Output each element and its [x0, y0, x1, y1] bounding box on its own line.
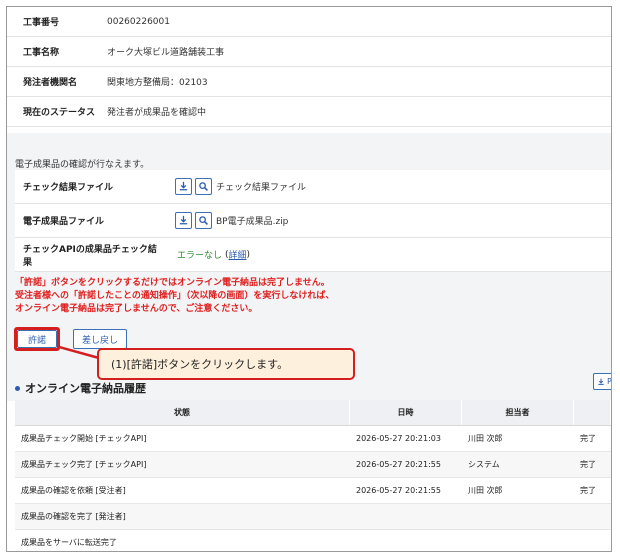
table-row: 成果品をサーバに転送完了: [15, 530, 611, 551]
cell-datetime: 2026-05-27 20:21:55: [356, 486, 441, 495]
api-check-label: チェックAPIの成果品チェック結果: [23, 244, 157, 268]
project-info-table: 工事番号 00260226001 工事名称 オーク大塚ビル道路舗装工事 発注者機…: [7, 7, 611, 127]
approve-button-highlight: [14, 327, 60, 351]
deliverable-file-label: 電子成果品ファイル: [23, 217, 105, 227]
export-label: P: [607, 377, 612, 386]
cell-status: 成果品をサーバに転送完了: [21, 538, 117, 547]
cell-status: 成果品の確認を依頼 [受注者]: [21, 486, 126, 495]
history-table: 状態 日時 担当者 成果品チェック開始 [チェックAPI] 2026-05-27…: [15, 400, 611, 551]
table-row: 成果品の確認を依頼 [受注者] 2026-05-27 20:21:55 川田 次…: [15, 478, 611, 504]
instruction-callout: (1)[許諾]ボタンをクリックします。: [97, 348, 355, 380]
warning-message: 「許諾」ボタンをクリックするだけではオンライン電子納品は完了しません。 受注者様…: [15, 277, 334, 316]
check-result-label: チェック結果ファイル: [23, 183, 114, 193]
info-value: オーク大塚ビル道路舗装工事: [107, 48, 225, 58]
column-header-datetime: 日時: [350, 400, 462, 425]
info-value: 発注者が成果品を確認中: [107, 108, 207, 118]
column-header-status: 状態: [15, 400, 350, 425]
check-result-file: チェック結果ファイル: [216, 183, 307, 193]
search-icon[interactable]: [195, 178, 212, 195]
info-row-status: 現在のステータス 発注者が成果品を確認中: [7, 97, 611, 127]
info-label: 発注者機関名: [23, 78, 78, 88]
cell-status: 成果品チェック完了 [チェックAPI]: [21, 460, 147, 469]
table-row: 成果品の確認を完了 [発注者]: [15, 504, 611, 530]
cell-result: 完了: [580, 486, 596, 495]
callout-text: (1)[許諾]ボタンをクリックします。: [111, 358, 289, 371]
warning-line: 受注者様への「許諾したことの通知操作」（次以降の画面）を実行しなければ、: [15, 291, 335, 301]
cell-person: 川田 次郎: [468, 486, 503, 495]
cell-person: 川田 次郎: [468, 434, 503, 443]
column-header-person: 担当者: [462, 400, 574, 425]
export-button[interactable]: P: [593, 373, 612, 390]
table-row: 成果品チェック開始 [チェックAPI] 2026-05-27 20:21:03 …: [15, 426, 611, 452]
info-value: 00260226001: [107, 16, 170, 27]
download-icon[interactable]: [175, 212, 192, 229]
info-row-project-number: 工事番号 00260226001: [7, 7, 611, 37]
info-label: 現在のステータス: [23, 108, 96, 118]
api-check-result: エラーなし: [177, 251, 223, 261]
info-row-project-name: 工事名称 オーク大塚ビル道路舗装工事: [7, 37, 611, 67]
table-row: 成果品チェック完了 [チェックAPI] 2026-05-27 20:21:55 …: [15, 452, 611, 478]
check-result-row: チェック結果ファイル チェック結果ファイル: [15, 170, 611, 204]
api-check-row: チェックAPIの成果品チェック結果 エラーなし ( 詳細 ): [15, 238, 611, 272]
info-row-orderer: 発注者機関名 関東地方整備局：02103: [7, 67, 611, 97]
cell-person: システム: [468, 460, 500, 469]
page-frame: 工事番号 00260226001 工事名称 オーク大塚ビル道路舗装工事 発注者機…: [6, 6, 612, 552]
download-icon: [598, 378, 604, 385]
info-label: 工事名称: [23, 48, 60, 58]
detail-paren-close: ): [246, 249, 251, 260]
cell-result: 完了: [580, 460, 596, 469]
search-icon[interactable]: [195, 212, 212, 229]
download-icon[interactable]: [175, 178, 192, 195]
info-label: 工事番号: [23, 18, 60, 28]
deliverable-notice: 電子成果品の確認が行なえます。: [15, 160, 150, 170]
warning-line: 「許諾」ボタンをクリックするだけではオンライン電子納品は完了しません。: [15, 278, 330, 288]
detail-link[interactable]: 詳細: [229, 248, 247, 261]
history-title: オンライン電子納品履歴: [25, 382, 146, 395]
warning-line: オンライン電子納品は完了しませんので、ご注意ください。: [15, 304, 258, 314]
table-header: 状態 日時 担当者: [15, 400, 611, 426]
deliverable-file-name: BP電子成果品.zip: [216, 217, 289, 227]
column-header-result: [574, 400, 611, 425]
cell-status: 成果品の確認を完了 [発注者]: [21, 512, 126, 521]
cell-result: 完了: [580, 434, 596, 443]
info-value: 関東地方整備局：02103: [107, 78, 208, 88]
bullet-icon: [15, 385, 20, 391]
cell-datetime: 2026-05-27 20:21:55: [356, 460, 441, 469]
cell-datetime: 2026-05-27 20:21:03: [356, 434, 441, 443]
cell-status: 成果品チェック開始 [チェックAPI]: [21, 434, 147, 443]
history-section-title: オンライン電子納品履歴: [15, 380, 146, 396]
deliverable-file-row: 電子成果品ファイル BP電子成果品.zip: [15, 204, 611, 238]
